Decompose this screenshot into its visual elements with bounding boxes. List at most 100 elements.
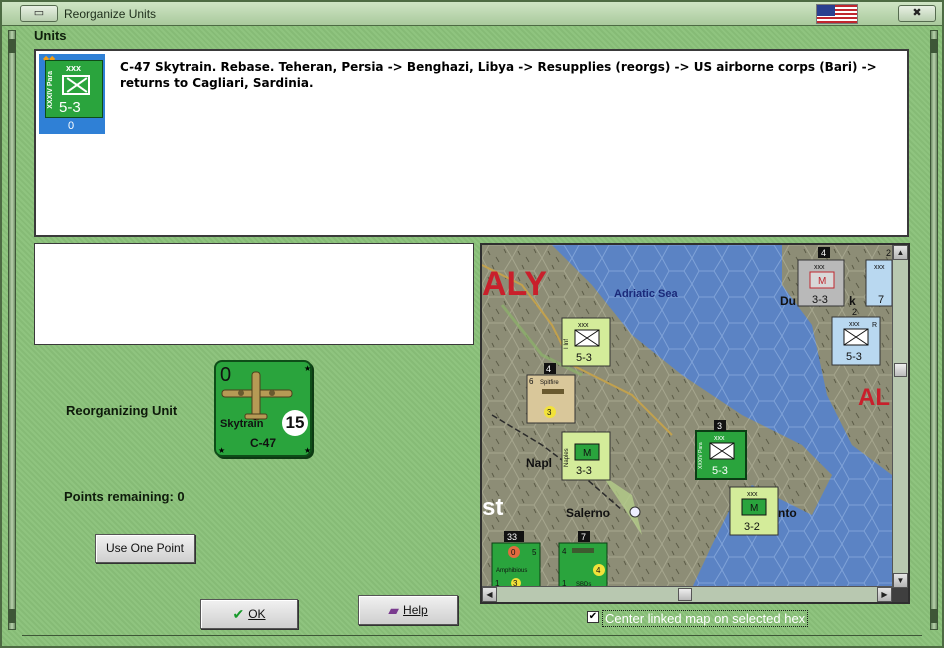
status-bar (22, 635, 922, 646)
map-label-naples: Napl (526, 456, 552, 470)
svg-text:Naples: Naples (564, 448, 570, 467)
unit-card-selected[interactable]: ◆◆ xxx XXXIV Para 5-3 0 (39, 54, 105, 134)
map-label-salerno: Salerno (566, 506, 610, 520)
air-unit-range: 15 (282, 410, 308, 436)
stack-count: 2 (886, 248, 891, 258)
svg-text:3-3: 3-3 (576, 465, 592, 477)
help-label: Help (403, 603, 428, 617)
svg-text:M: M (818, 276, 826, 287)
horizontal-scroll-thumb[interactable] (678, 588, 692, 601)
map-unit-xxxiv-para[interactable]: xxx 5-3 XXXIV Para (695, 430, 747, 480)
svg-text:5: 5 (532, 548, 537, 557)
svg-text:xxx: xxx (874, 264, 885, 271)
units-panel: ◆◆ xxx XXXIV Para 5-3 0 C-47 Skytrain. R… (34, 49, 909, 237)
svg-text:4: 4 (596, 566, 601, 575)
map-label-dubrovnik: Du (780, 294, 796, 308)
linked-map[interactable]: ALY AL Adriatic Sea Napl Salerno nto Du … (480, 243, 910, 604)
unit-name: XXXIV Para (47, 71, 54, 109)
unit-count: 0 (68, 120, 75, 132)
window-title: Reorganize Units (64, 7, 157, 21)
us-flag-icon (816, 4, 858, 24)
svg-text:3: 3 (547, 408, 552, 417)
stack-count: 2 (852, 307, 857, 317)
map-unit-viii-inf[interactable]: xxx R 5-3 (831, 316, 881, 366)
map-label-country-west: ALY (482, 265, 547, 303)
vertical-scroll-thumb[interactable] (894, 363, 907, 377)
map-unit-sbds[interactable]: 4 4 SBDs 1 (558, 542, 608, 588)
reorganize-window: ▭ Reorganize Units ✖ Units ◆◆ xxx XXXIV … (0, 0, 944, 648)
air-unit-name: Skytrain (220, 418, 264, 430)
use-one-point-button[interactable]: Use One Point (95, 534, 195, 563)
svg-text:5-3: 5-3 (846, 351, 862, 363)
book-icon: ▰ (388, 602, 400, 618)
unit-description: C-47 Skytrain. Rebase. Teheran, Persia -… (120, 60, 877, 90)
map-vertical-scrollbar[interactable]: ▲ ▼ (892, 245, 908, 588)
map-label-country-east: AL (858, 384, 890, 411)
svg-text:4: 4 (562, 547, 567, 556)
svg-text:xxx: xxx (714, 435, 725, 442)
map-unit-amphibious[interactable]: 0 5 Amphibious 1 3 (491, 542, 541, 588)
close-button[interactable]: ✖ (898, 5, 936, 22)
map-label-sea: Adriatic Sea (614, 288, 678, 300)
air-unit-type: C-47 (250, 436, 277, 450)
svg-text:R: R (872, 322, 877, 329)
svg-text:xxx: xxx (578, 322, 589, 329)
svg-text:6: 6 (529, 377, 534, 386)
svg-text:0: 0 (511, 548, 516, 557)
svg-text:xxx: xxx (849, 321, 860, 328)
window-menu-button[interactable]: ▭ (20, 5, 58, 22)
scroll-down-icon[interactable]: ▼ (893, 573, 908, 588)
title-bar: ▭ Reorganize Units ✖ (2, 2, 942, 26)
svg-text:3-3: 3-3 (812, 294, 828, 306)
svg-text:M: M (583, 448, 591, 459)
scroll-right-icon[interactable]: ▶ (877, 587, 892, 602)
stack-count: 4 (821, 248, 826, 258)
infantry-symbol-icon (62, 75, 90, 95)
unit-counter: xxx XXXIV Para 5-3 (45, 60, 103, 118)
map-canvas[interactable]: ALY AL Adriatic Sea Napl Salerno nto Du … (482, 245, 892, 588)
map-unit-i-inf[interactable]: xxx 5-3 I Inf (561, 317, 611, 367)
map-unit-zagreb[interactable]: xxx M 3-3 (797, 259, 845, 307)
check-icon: ✔ (232, 606, 245, 622)
svg-text:5-3: 5-3 (712, 465, 728, 477)
help-button[interactable]: ▰ Help (358, 595, 458, 625)
svg-text:3-2: 3-2 (744, 521, 760, 533)
center-map-checkbox[interactable]: ✔ (587, 611, 599, 623)
unit-strength: 5-3 (59, 99, 81, 116)
svg-text:XXXIV Para: XXXIV Para (698, 442, 704, 469)
right-rail (930, 30, 938, 630)
points-remaining: Points remaining: 0 (64, 489, 185, 504)
map-label-west: st (482, 494, 503, 521)
svg-text:5-3: 5-3 (576, 352, 592, 364)
map-unit-naples[interactable]: M 3-3 Naples (561, 431, 611, 481)
map-horizontal-scrollbar[interactable]: ◀ ▶ (482, 586, 892, 602)
units-heading: Units (34, 28, 67, 43)
svg-text:Spitfire: Spitfire (540, 380, 559, 386)
svg-text:xxx: xxx (814, 264, 825, 271)
map-label-dubrovnik-tail: k (849, 294, 856, 308)
svg-text:I Inf: I Inf (564, 339, 570, 349)
unit-size-tag: xxx (66, 63, 82, 73)
ok-button[interactable]: ✔ OK (200, 599, 298, 629)
left-rail (8, 30, 16, 630)
map-unit-xxvii-inf[interactable]: xxx 7 (865, 259, 892, 307)
svg-text:xxx: xxx (747, 491, 758, 498)
ok-label: OK (248, 607, 266, 621)
city-marker-icon (629, 506, 641, 518)
scroll-left-icon[interactable]: ◀ (482, 587, 497, 602)
stack-count: 33 (507, 532, 517, 542)
map-unit-italian[interactable]: xxx M 3-2 (729, 486, 779, 536)
scroll-up-icon[interactable]: ▲ (893, 245, 908, 260)
center-map-label[interactable]: Center linked map on selected hex (602, 610, 809, 627)
map-label-taranto: nto (778, 506, 797, 520)
air-unit-counter[interactable]: 0 ★ ★ ★ Skytrain 15 C-47 (214, 360, 312, 457)
svg-text:Amphibious: Amphibious (496, 568, 527, 574)
stack-count: 7 (581, 532, 586, 542)
stack-count: 4 (546, 364, 551, 374)
map-unit-spitfire[interactable]: 6 Spitfire 3 (526, 374, 576, 424)
reorganizing-unit-label: Reorganizing Unit (66, 403, 178, 418)
star-icon: ★ (304, 446, 312, 455)
notes-box[interactable] (34, 243, 474, 345)
stack-count: 3 (717, 421, 722, 431)
svg-text:M: M (750, 503, 758, 514)
